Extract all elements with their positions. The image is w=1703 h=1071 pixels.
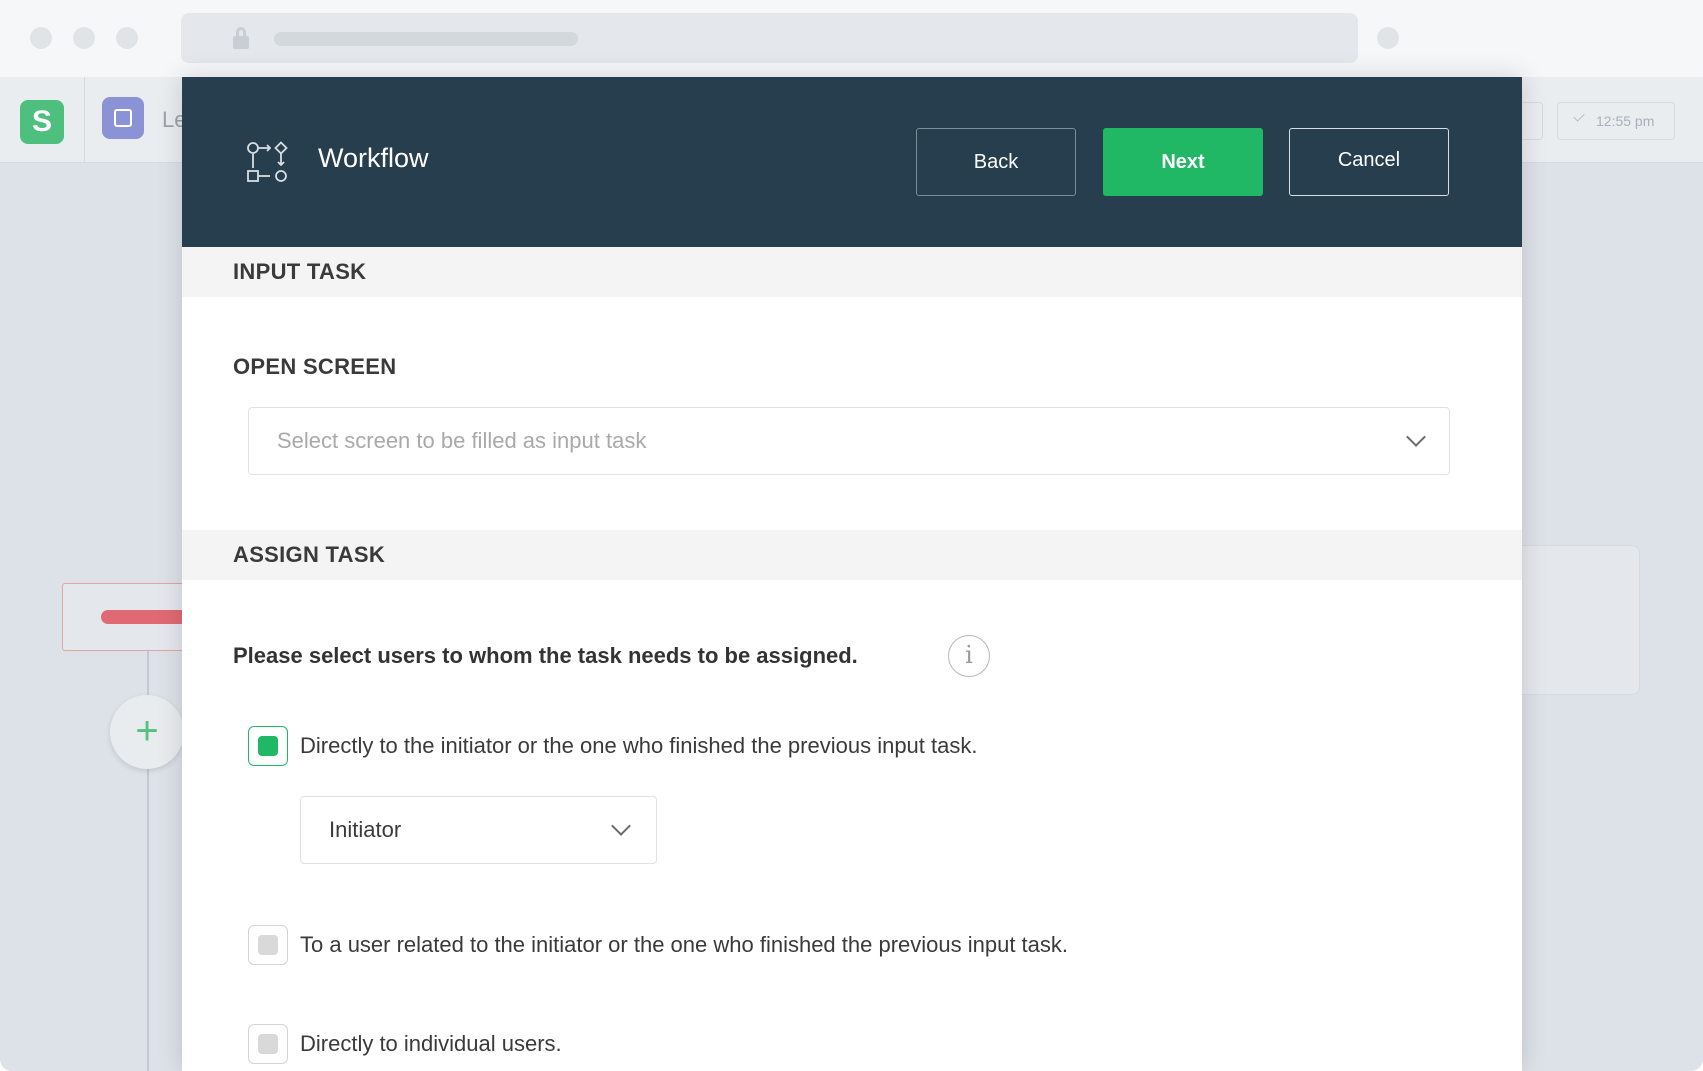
section-title: ASSIGN TASK: [233, 542, 386, 567]
plus-icon: +: [135, 709, 159, 753]
topbar-divider: [84, 77, 85, 163]
screen-select-dropdown[interactable]: Select screen to be filled as input task: [248, 407, 1450, 475]
option-label: Directly to the initiator or the one who…: [300, 733, 978, 758]
window-close-dot[interactable]: [30, 27, 52, 49]
browser-chrome: [0, 0, 1703, 77]
workflow-icon: [247, 141, 288, 182]
option-checkbox[interactable]: [248, 726, 288, 766]
extension-dot[interactable]: [1377, 27, 1399, 49]
initiator-select-dropdown[interactable]: Initiator: [300, 796, 657, 864]
url-placeholder: [274, 32, 578, 46]
option-label: Directly to individual users.: [300, 1031, 562, 1056]
address-bar[interactable]: [181, 13, 1358, 63]
lock-icon: [233, 27, 249, 49]
chevron-down-icon: [611, 816, 631, 836]
back-button[interactable]: Back: [916, 128, 1076, 196]
browser-window: S Le 12:55 pm + Workflow Back Next Cance…: [0, 0, 1703, 1071]
initiator-select-value: Initiator: [329, 817, 402, 842]
window-minimize-dot[interactable]: [73, 27, 95, 49]
assign-task-section-header: ASSIGN TASK: [182, 530, 1522, 580]
option-label: To a user related to the initiator or th…: [300, 932, 1069, 957]
option-checkbox[interactable]: [248, 1024, 288, 1064]
time-badge: 12:55 pm: [1557, 102, 1675, 140]
app-logo: S: [20, 100, 64, 144]
screen-select-placeholder: Select screen to be filled as input task: [277, 428, 647, 453]
next-button[interactable]: Next: [1103, 128, 1263, 196]
time-text: 12:55 pm: [1596, 113, 1655, 129]
option-checkbox[interactable]: [248, 925, 288, 965]
modal-header: Workflow Back Next Cancel: [182, 77, 1522, 247]
add-step-button[interactable]: +: [110, 695, 184, 769]
workflow-modal: Workflow Back Next Cancel INPUT TASK OPE…: [182, 77, 1522, 1071]
input-task-section-header: INPUT TASK: [182, 247, 1522, 297]
calendar-icon[interactable]: [102, 97, 144, 139]
open-screen-label: OPEN SCREEN: [233, 354, 397, 379]
assign-question: Please select users to whom the task nee…: [233, 643, 858, 668]
chevron-down-icon: [1406, 427, 1426, 447]
modal-title: Workflow: [318, 143, 429, 173]
flow-node[interactable]: [62, 583, 193, 651]
window-maximize-dot[interactable]: [116, 27, 138, 49]
node-label-placeholder: [101, 610, 193, 624]
section-title: INPUT TASK: [233, 259, 367, 284]
info-icon[interactable]: i: [948, 635, 990, 677]
cancel-button[interactable]: Cancel: [1289, 128, 1449, 196]
check-icon: [1573, 110, 1585, 122]
